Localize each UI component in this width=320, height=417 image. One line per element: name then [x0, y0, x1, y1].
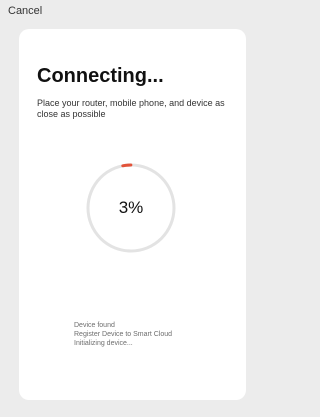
page-title: Connecting... — [37, 65, 164, 87]
status-step: Register Device to Smart Cloud — [74, 331, 173, 338]
connecting-card: Connecting... Place your router, mobile … — [19, 29, 246, 400]
status-step: Device found — [74, 322, 115, 329]
status-step: Initializing device... — [74, 340, 133, 347]
cancel-button[interactable]: Cancel — [8, 4, 42, 18]
progress-percentage: 3% — [118, 198, 144, 217]
status-steps-list: Device found Register Device to Smart Cl… — [74, 321, 172, 348]
progress-ring: 3% — [85, 162, 177, 254]
instruction-text: Place your router, mobile phone, and dev… — [37, 98, 225, 119]
